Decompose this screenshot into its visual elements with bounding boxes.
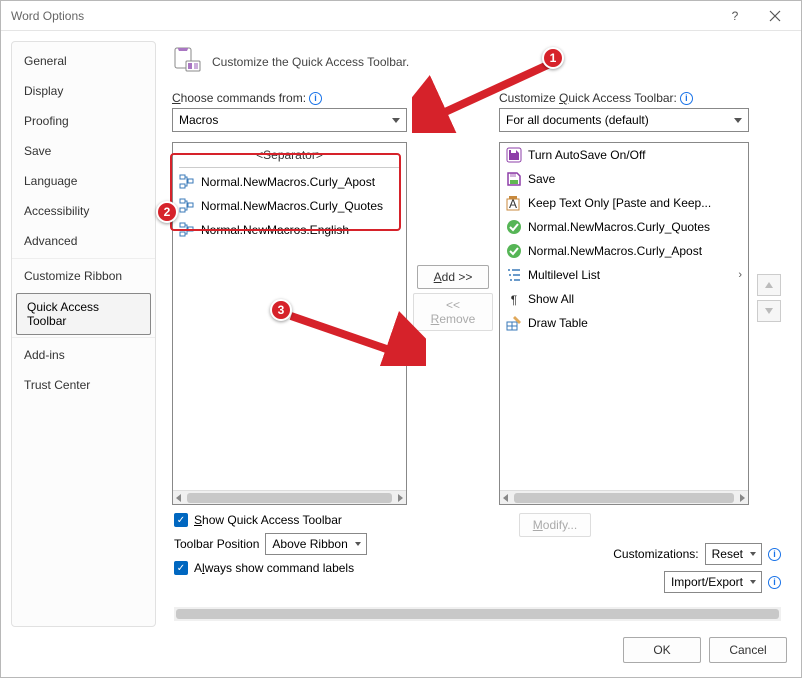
import-export-combo[interactable]: Import/Export xyxy=(664,571,762,593)
help-button[interactable]: ? xyxy=(715,1,755,31)
macro-tree-icon xyxy=(179,198,195,214)
triangle-down-icon xyxy=(764,306,774,316)
remove-button[interactable]: << Remove xyxy=(413,293,493,331)
qat-item[interactable]: ¶ Show All xyxy=(500,287,748,311)
close-button[interactable] xyxy=(755,1,795,31)
main-horizontal-scrollbar[interactable] xyxy=(174,607,781,621)
macro-tree-icon xyxy=(179,222,195,238)
triangle-up-icon xyxy=(764,280,774,290)
bottom-controls: ✓ Show Quick Access Toolbar Toolbar Posi… xyxy=(164,505,791,599)
word-options-dialog: Word Options ? General Display Proofing … xyxy=(0,0,802,678)
main-panel: Customize the Quick Access Toolbar. Choo… xyxy=(164,41,791,627)
nav-save[interactable]: Save xyxy=(12,136,155,166)
bottom-left-group: ✓ Show Quick Access Toolbar Toolbar Posi… xyxy=(174,513,489,581)
svg-text:A: A xyxy=(509,197,517,211)
always-show-labels-checkbox[interactable]: ✓ Always show command labels xyxy=(174,561,489,575)
info-icon[interactable]: i xyxy=(768,576,781,589)
toolbar-position-combo[interactable]: Above Ribbon xyxy=(265,533,366,555)
page-header: Customize the Quick Access Toolbar. xyxy=(164,41,791,91)
qat-item[interactable]: Draw Table xyxy=(500,311,748,335)
choose-commands-combo[interactable]: Macros xyxy=(172,108,407,132)
commands-horizontal-scrollbar[interactable] xyxy=(173,490,406,504)
info-icon[interactable]: i xyxy=(309,92,322,105)
columns-container: Choose commands from: i Macros <Separato… xyxy=(164,91,791,505)
titlebar: Word Options ? xyxy=(1,1,801,31)
move-up-button[interactable] xyxy=(757,274,781,296)
info-icon[interactable]: i xyxy=(768,548,781,561)
keep-text-only-icon: A xyxy=(506,195,522,211)
nav-accessibility[interactable]: Accessibility xyxy=(12,196,155,226)
nav-general[interactable]: General xyxy=(12,46,155,76)
macro-item[interactable]: Normal.NewMacros.Curly_Quotes xyxy=(173,194,406,218)
draw-table-icon xyxy=(506,315,522,331)
modify-button[interactable]: Modify... xyxy=(519,513,591,537)
qat-item[interactable]: Multilevel List › xyxy=(500,263,748,287)
autosave-icon xyxy=(506,147,522,163)
info-icon[interactable]: i xyxy=(680,92,693,105)
svg-text:¶: ¶ xyxy=(511,293,517,307)
nav-display[interactable]: Display xyxy=(12,76,155,106)
reset-combo[interactable]: Reset xyxy=(705,543,762,565)
qat-item[interactable]: Turn AutoSave On/Off xyxy=(500,143,748,167)
qat-item[interactable]: A Keep Text Only [Paste and Keep... xyxy=(500,191,748,215)
qat-item[interactable]: Normal.NewMacros.Curly_Quotes xyxy=(500,215,748,239)
bottom-right-group: Modify... Customizations: Reset i Import… xyxy=(519,513,781,599)
nav-customize-ribbon[interactable]: Customize Ribbon xyxy=(12,258,155,291)
save-icon xyxy=(506,171,522,187)
qat-item[interactable]: Save xyxy=(500,167,748,191)
page-title: Customize the Quick Access Toolbar. xyxy=(212,55,409,69)
qat-item[interactable]: Normal.NewMacros.Curly_Apost xyxy=(500,239,748,263)
close-icon xyxy=(769,10,781,22)
commands-listbox[interactable]: <Separator> Normal.NewMacros.Curly_Apost… xyxy=(172,142,407,505)
macro-item[interactable]: Normal.NewMacros.English xyxy=(173,218,406,242)
add-button[interactable]: Add >> xyxy=(417,265,489,289)
customize-qat-label: Customize Quick Access Toolbar: i xyxy=(499,91,749,105)
nav-quick-access-toolbar[interactable]: Quick Access Toolbar xyxy=(16,293,151,335)
checkmark-icon: ✓ xyxy=(174,513,188,527)
nav-proofing[interactable]: Proofing xyxy=(12,106,155,136)
reorder-buttons xyxy=(755,91,783,505)
choose-commands-label: Choose commands from: i xyxy=(172,91,407,105)
toolbar-position-label: Toolbar Position xyxy=(174,537,259,551)
checkmark-circle-icon xyxy=(506,219,522,235)
move-down-button[interactable] xyxy=(757,300,781,322)
commands-column: Choose commands from: i Macros <Separato… xyxy=(172,91,407,505)
sidebar-nav: General Display Proofing Save Language A… xyxy=(11,41,156,627)
separator-item[interactable]: <Separator> xyxy=(173,143,406,167)
macro-item[interactable]: Normal.NewMacros.Curly_Apost xyxy=(173,170,406,194)
nav-language[interactable]: Language xyxy=(12,166,155,196)
qat-horizontal-scrollbar[interactable] xyxy=(500,490,748,504)
pilcrow-icon: ¶ xyxy=(506,291,522,307)
customize-qat-combo[interactable]: For all documents (default) xyxy=(499,108,749,132)
nav-add-ins[interactable]: Add-ins xyxy=(12,337,155,370)
content-area: General Display Proofing Save Language A… xyxy=(1,31,801,627)
checkmark-circle-icon xyxy=(506,243,522,259)
checkmark-icon: ✓ xyxy=(174,561,188,575)
cancel-button[interactable]: Cancel xyxy=(709,637,787,663)
macro-tree-icon xyxy=(179,174,195,190)
qat-column: Customize Quick Access Toolbar: i For al… xyxy=(499,91,749,505)
multilevel-list-icon xyxy=(506,267,522,283)
nav-advanced[interactable]: Advanced xyxy=(12,226,155,256)
ok-button[interactable]: OK xyxy=(623,637,701,663)
submenu-chevron-icon: › xyxy=(738,269,742,281)
show-qat-checkbox[interactable]: ✓ Show Quick Access Toolbar xyxy=(174,513,489,527)
dialog-footer: OK Cancel xyxy=(1,627,801,677)
customizations-label: Customizations: xyxy=(613,547,698,561)
nav-trust-center[interactable]: Trust Center xyxy=(12,370,155,400)
customize-qat-icon xyxy=(174,47,202,77)
qat-listbox[interactable]: Turn AutoSave On/Off Save A Keep Text On… xyxy=(499,142,749,505)
transfer-buttons-column: Add >> << Remove xyxy=(413,91,493,505)
window-title: Word Options xyxy=(11,9,715,23)
